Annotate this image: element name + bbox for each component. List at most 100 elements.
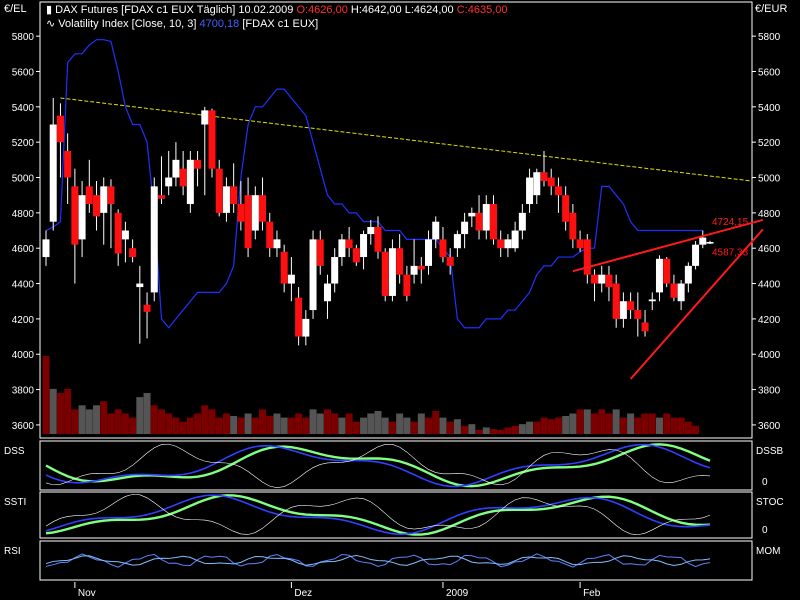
- candle-body: [453, 234, 461, 249]
- volume-bar: [554, 417, 562, 434]
- volume-bar: [692, 425, 700, 434]
- indicator-line: [45, 443, 711, 488]
- candle-body: [93, 195, 101, 217]
- volatility-index-line: [45, 39, 703, 329]
- volume-bar: [475, 429, 483, 434]
- date-label: 10.02.2009: [238, 4, 294, 16]
- volume-bar: [259, 409, 267, 434]
- candle-body: [85, 186, 93, 205]
- candle-body: [374, 227, 382, 252]
- volume-bar: [121, 413, 129, 434]
- indicator-name: Volatility Index [Close, 10, 3]: [58, 18, 197, 30]
- candle-body: [136, 283, 144, 288]
- volume-bar: [150, 405, 158, 434]
- volume-bar: [157, 409, 165, 434]
- candle-body: [432, 221, 440, 240]
- candle-body: [186, 159, 194, 205]
- volume-bar: [504, 427, 512, 434]
- candle-body: [345, 239, 353, 249]
- y-tick-label-left: 4600: [12, 244, 35, 255]
- candle-body: [331, 257, 339, 284]
- volume-bar: [309, 409, 317, 434]
- candle-body: [497, 239, 505, 249]
- volume-bar: [612, 409, 620, 434]
- volume-bar: [251, 417, 259, 434]
- candle-body: [388, 248, 396, 296]
- y-tick-label-left: 4000: [12, 350, 35, 361]
- volume-bar: [64, 388, 72, 434]
- volume-bar: [114, 409, 122, 434]
- volume-bar: [583, 409, 591, 434]
- candle-body: [287, 274, 295, 284]
- candle-body: [627, 301, 635, 311]
- candle-body: [201, 110, 209, 125]
- y-tick-label-right: 4800: [758, 209, 781, 220]
- volume-bar: [42, 356, 50, 434]
- volume-bar: [78, 405, 86, 434]
- y-tick-label-right: 4200: [758, 315, 781, 326]
- candle-body: [100, 186, 108, 213]
- volume-bar: [627, 413, 635, 434]
- volume-bar: [56, 393, 64, 434]
- high-value: H:4642,00: [350, 4, 402, 16]
- volume-bar: [302, 417, 310, 434]
- volume-bar: [482, 427, 490, 434]
- x-axis-label: Nov: [78, 588, 96, 599]
- candle-body: [266, 221, 274, 249]
- volume-bar: [100, 401, 108, 434]
- indicator-value: 4700,18: [199, 18, 240, 30]
- candle-body: [172, 159, 180, 178]
- candle-body: [309, 239, 317, 311]
- x-axis-label: Feb: [583, 588, 601, 599]
- symbol-label: DAX Futures [FDAX c1 EUX Täglich]: [55, 4, 236, 16]
- candle-body: [237, 204, 245, 222]
- y-tick-label-left: 5400: [12, 103, 35, 114]
- x-axis-label: 2009: [446, 588, 469, 599]
- volume-bar: [562, 415, 570, 434]
- header-line-2: ∿ Volatility Index [Close, 10, 3] 4700,1…: [46, 17, 318, 30]
- candle-body: [71, 186, 79, 245]
- candle-body: [540, 172, 548, 182]
- volume-bar: [425, 417, 433, 434]
- candle-body: [165, 177, 173, 187]
- candle-body: [259, 195, 267, 222]
- volume-bar: [439, 417, 447, 434]
- dax-futures-chart[interactable]: 5800 5800 5600 5600 5400 5400 5200 5200 5000 5000…: [0, 0, 800, 600]
- candle-body: [417, 265, 425, 270]
- candle-body: [547, 177, 555, 187]
- volume-bar: [417, 413, 425, 434]
- candle-body: [641, 322, 649, 332]
- candle-body: [338, 239, 346, 258]
- volume-bar: [677, 417, 685, 434]
- candle-body: [619, 301, 627, 319]
- candle-body: [367, 227, 375, 235]
- volume-bar: [129, 417, 137, 434]
- candle-body: [316, 239, 324, 266]
- indicator-right-label: STOC: [756, 497, 784, 508]
- candle-body: [194, 159, 202, 169]
- candle-body: [511, 230, 519, 249]
- y-tick-label-right: 5800: [758, 32, 781, 43]
- indicator-left-label: SSTI: [4, 497, 26, 508]
- candle-body: [157, 195, 165, 199]
- candle-body: [64, 151, 72, 178]
- candle-body: [591, 274, 599, 284]
- volume-bar: [244, 413, 252, 434]
- indicator-panel-frame: [39, 540, 753, 581]
- x-axis-label: Dez: [294, 588, 312, 599]
- candle-body: [612, 283, 620, 319]
- volume-bar: [222, 413, 230, 434]
- volume-bar: [280, 417, 288, 434]
- unit-right-label: €/EUR: [755, 3, 788, 15]
- volume-bar: [93, 405, 101, 434]
- candle-body: [605, 274, 613, 288]
- volume-bar: [374, 411, 382, 434]
- y-tick-label-left: 4200: [12, 315, 35, 326]
- candle-body: [699, 237, 707, 245]
- indicator-zero-label: 0: [762, 477, 768, 488]
- y-tick-label-left: 3800: [12, 386, 35, 397]
- candle-body: [222, 186, 230, 213]
- moving-average-line: [60, 97, 753, 182]
- candle-body: [576, 239, 584, 249]
- volume-bar: [360, 417, 368, 434]
